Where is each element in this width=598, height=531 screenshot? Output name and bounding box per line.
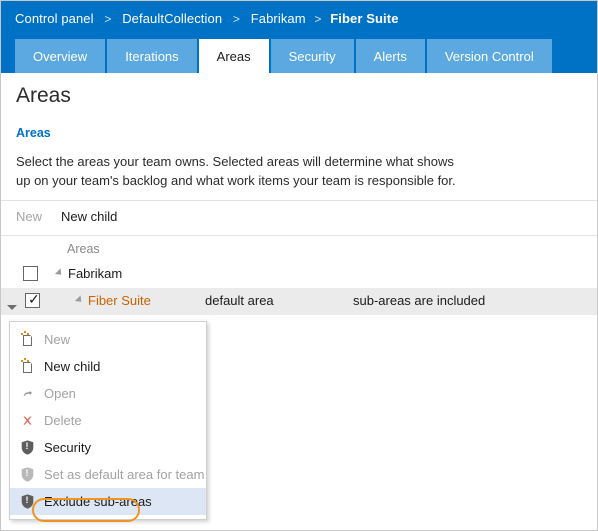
tree-node-label: Fabrikam — [68, 266, 123, 281]
cell-default-area: default area — [205, 293, 274, 308]
context-menu-item-exclude-sub-areas[interactable]: ! Exclude sub-areas — [10, 488, 206, 515]
table-row[interactable]: ✓ Fiber Suite default area sub-areas are… — [1, 288, 597, 315]
context-menu-item-label: Open — [44, 386, 76, 401]
grid-header: Areas — [1, 239, 597, 261]
breadcrumb-separator: > — [314, 12, 322, 26]
context-menu-item-new[interactable]: New — [10, 326, 206, 353]
expand-caret-icon[interactable] — [54, 268, 65, 278]
new-child-button[interactable]: New child — [61, 209, 117, 224]
tab-label: Version Control — [444, 48, 534, 64]
new-page-icon — [16, 331, 38, 349]
chevron-down-icon — [7, 305, 17, 310]
shield-icon: ! — [16, 439, 38, 457]
tab-version-control[interactable]: Version Control — [426, 39, 552, 73]
row-checkbox-fabrikam[interactable] — [23, 266, 38, 281]
tree-node-label: Fiber Suite — [88, 293, 151, 308]
row-checkbox-fiber-suite[interactable]: ✓ — [25, 291, 40, 308]
breadcrumb-item-control-panel[interactable]: Control panel — [15, 11, 94, 26]
page-title: Areas — [16, 84, 71, 107]
breadcrumb-separator: > — [232, 12, 240, 26]
context-menu-item-delete[interactable]: Delete — [10, 407, 206, 434]
breadcrumb: Control panel > DefaultCollection > Fabr… — [15, 11, 399, 26]
tab-alerts[interactable]: Alerts — [355, 39, 425, 73]
tab-overview[interactable]: Overview — [15, 39, 106, 73]
context-menu: New New child Open Delete ! Security ! S… — [9, 321, 207, 520]
tab-security[interactable]: Security — [270, 39, 354, 73]
tab-label: Alerts — [373, 48, 407, 64]
tab-label: Iterations — [125, 48, 179, 64]
delete-x-icon — [16, 412, 38, 430]
section-title: Areas — [16, 126, 51, 140]
expand-caret-icon[interactable] — [74, 295, 85, 305]
breadcrumb-item-fabrikam[interactable]: Fabrikam — [251, 11, 306, 26]
context-menu-item-label: Set as default area for team — [44, 467, 205, 482]
shield-icon: ! — [16, 466, 38, 484]
shield-icon: ! — [16, 493, 38, 511]
context-menu-item-label: Exclude sub-areas — [44, 494, 152, 509]
context-menu-item-new-child[interactable]: New child — [10, 353, 206, 380]
context-menu-item-label: Security — [44, 440, 91, 455]
row-menu-chevron-icon[interactable] — [7, 297, 19, 310]
context-menu-item-security[interactable]: ! Security — [10, 434, 206, 461]
control-panel-page: Control panel > DefaultCollection > Fabr… — [0, 0, 598, 531]
cell-subareas: sub-areas are included — [353, 293, 486, 308]
section-description: Select the areas your team owns. Selecte… — [16, 154, 456, 188]
column-header-areas: Areas — [67, 242, 100, 256]
context-menu-item-label: Delete — [44, 413, 82, 428]
tab-areas[interactable]: Areas — [198, 39, 269, 73]
tree-node-fiber-suite[interactable]: Fiber Suite — [74, 293, 151, 308]
divider — [1, 235, 597, 236]
new-page-icon — [16, 358, 38, 376]
new-button[interactable]: New — [16, 209, 42, 224]
tree-node-fabrikam[interactable]: Fabrikam — [54, 266, 123, 281]
checkmark-icon: ✓ — [28, 291, 40, 307]
tab-iterations[interactable]: Iterations — [107, 39, 197, 73]
tab-label: Overview — [33, 48, 88, 64]
tab-label: Security — [288, 48, 336, 64]
context-menu-item-label: New — [44, 332, 71, 347]
context-menu-item-set-as-default-area[interactable]: ! Set as default area for team — [10, 461, 206, 488]
context-menu-item-open[interactable]: Open — [10, 380, 206, 407]
areas-tree-grid: Areas Fabrikam ✓ Fiber Suite default are… — [1, 239, 597, 315]
breadcrumb-item-defaultcollection[interactable]: DefaultCollection — [122, 11, 222, 26]
open-arrow-icon — [16, 385, 38, 403]
tab-strip: Overview Iterations Areas Security Alert… — [1, 39, 597, 73]
breadcrumb-item-fiber-suite: Fiber Suite — [330, 11, 399, 26]
breadcrumb-separator: > — [104, 12, 112, 26]
table-row[interactable]: Fabrikam — [1, 261, 597, 288]
tab-label: Areas — [216, 48, 251, 64]
context-menu-item-label: New child — [44, 359, 101, 374]
page-header: Control panel > DefaultCollection > Fabr… — [1, 1, 597, 39]
command-bar: New New child — [1, 201, 597, 233]
